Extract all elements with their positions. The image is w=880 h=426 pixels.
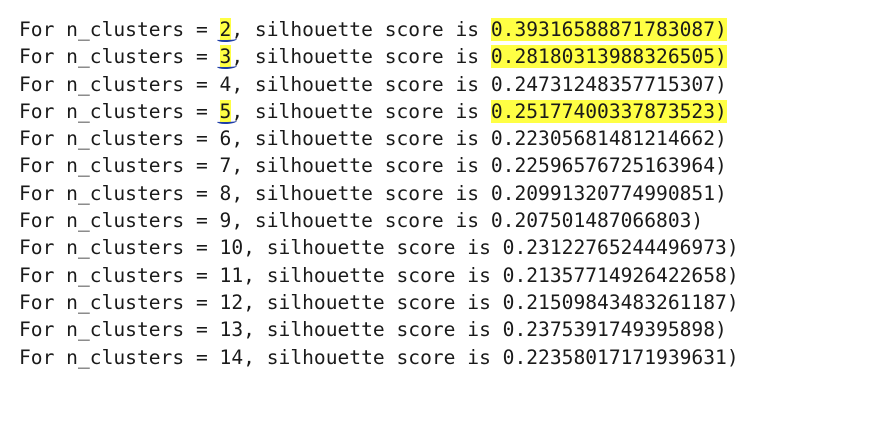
n-clusters-value: 4 xyxy=(219,72,232,96)
n-clusters-value: 6 xyxy=(219,127,232,151)
line-suffix: ) xyxy=(715,318,727,342)
line-prefix: For n_clusters = xyxy=(19,99,220,123)
line-mid: , silhouette score is xyxy=(243,263,503,287)
silhouette-score-value: 0.2375391749395898 xyxy=(502,318,716,342)
n-clusters-value: 7 xyxy=(219,154,232,178)
line-suffix: ) xyxy=(715,154,727,178)
line-suffix: ) xyxy=(726,236,739,260)
n-clusters-value: 10 xyxy=(219,236,244,260)
silhouette-score-value: 0.22358017171939631 xyxy=(502,345,727,369)
line-suffix: ) xyxy=(715,99,727,123)
pen-underline-mark xyxy=(216,36,238,42)
silhouette-score-value: 0.207501487066803 xyxy=(490,209,692,233)
silhouette-score-value: 0.25177400337873523 xyxy=(490,99,716,123)
line-mid: , silhouette score is xyxy=(231,209,491,233)
n-clusters-value: 5 xyxy=(216,99,238,124)
line-prefix: For n_clusters = xyxy=(19,290,220,314)
line-prefix: For n_clusters = xyxy=(19,263,220,287)
line-suffix: ) xyxy=(726,290,739,314)
line-mid: , silhouette score is xyxy=(231,154,491,178)
line-prefix: For n_clusters = xyxy=(19,209,220,233)
line-prefix: For n_clusters = xyxy=(19,45,220,69)
pen-underline-mark xyxy=(216,63,238,70)
line-mid: , silhouette score is xyxy=(231,99,491,123)
line-mid: , silhouette score is xyxy=(243,236,503,260)
line-suffix: ) xyxy=(715,181,727,205)
silhouette-score-value: 0.23122765244496973 xyxy=(502,236,727,260)
line-suffix: ) xyxy=(715,45,727,69)
line-suffix: ) xyxy=(715,127,727,151)
line-prefix: For n_clusters = xyxy=(19,72,220,96)
silhouette-score-value: 0.39316588871783087 xyxy=(490,18,716,41)
n-clusters-value: 8 xyxy=(219,181,232,205)
n-clusters-value: 11 xyxy=(219,263,244,287)
n-clusters-value: 14 xyxy=(219,345,244,369)
line-prefix: For n_clusters = xyxy=(19,127,220,151)
output-line: For n_clusters = 6, silhouette score is … xyxy=(19,125,739,152)
output-line: For n_clusters = 4, silhouette score is … xyxy=(19,71,739,98)
line-suffix: ) xyxy=(691,209,704,233)
n-clusters-value: 9 xyxy=(219,209,232,233)
output-line: For n_clusters = 5, silhouette score is … xyxy=(19,98,739,125)
output-line: For n_clusters = 7, silhouette score is … xyxy=(19,152,739,179)
silhouette-score-value: 0.22596576725163964 xyxy=(490,154,716,178)
line-mid: , silhouette score is xyxy=(243,318,503,342)
output-line: For n_clusters = 14, silhouette score is… xyxy=(19,344,739,371)
line-mid: , silhouette score is xyxy=(231,181,491,205)
line-mid: , silhouette score is xyxy=(231,72,491,96)
silhouette-score-value: 0.22305681481214662 xyxy=(490,127,716,151)
line-mid: , silhouette score is xyxy=(231,127,491,151)
line-prefix: For n_clusters = xyxy=(19,345,220,369)
line-prefix: For n_clusters = xyxy=(19,18,220,41)
line-suffix: ) xyxy=(715,72,727,96)
line-prefix: For n_clusters = xyxy=(19,181,220,205)
line-suffix: ) xyxy=(715,18,727,41)
line-suffix: ) xyxy=(726,345,739,369)
output-line: For n_clusters = 3, silhouette score is … xyxy=(19,43,739,70)
output-line: For n_clusters = 11, silhouette score is… xyxy=(19,262,739,289)
n-clusters-value: 13 xyxy=(219,318,244,342)
output-line: For n_clusters = 2, silhouette score is … xyxy=(19,16,739,43)
line-suffix: ) xyxy=(726,263,739,287)
n-clusters-value: 2 xyxy=(216,18,238,42)
line-prefix: For n_clusters = xyxy=(19,236,220,260)
line-mid: , silhouette score is xyxy=(231,45,491,69)
n-clusters-value: 3 xyxy=(216,45,238,70)
output-line: For n_clusters = 8, silhouette score is … xyxy=(19,180,739,207)
line-mid: , silhouette score is xyxy=(231,18,491,41)
line-mid: , silhouette score is xyxy=(243,345,503,369)
n-clusters-value: 12 xyxy=(219,290,244,314)
line-mid: , silhouette score is xyxy=(243,290,503,314)
silhouette-score-value: 0.24731248357715307 xyxy=(490,72,716,96)
console-output: For n_clusters = 2, silhouette score is … xyxy=(19,16,739,371)
output-line: For n_clusters = 10, silhouette score is… xyxy=(19,234,739,261)
output-line: For n_clusters = 13, silhouette score is… xyxy=(19,316,739,343)
silhouette-score-value: 0.28180313988326505 xyxy=(490,45,716,69)
silhouette-score-value: 0.21509843483261187 xyxy=(502,290,727,314)
line-prefix: For n_clusters = xyxy=(19,154,220,178)
silhouette-score-value: 0.21357714926422658 xyxy=(502,263,727,287)
silhouette-score-value: 0.20991320774990851 xyxy=(490,181,716,205)
output-line: For n_clusters = 12, silhouette score is… xyxy=(19,289,739,316)
line-prefix: For n_clusters = xyxy=(19,318,220,342)
output-line: For n_clusters = 9, silhouette score is … xyxy=(19,207,739,234)
